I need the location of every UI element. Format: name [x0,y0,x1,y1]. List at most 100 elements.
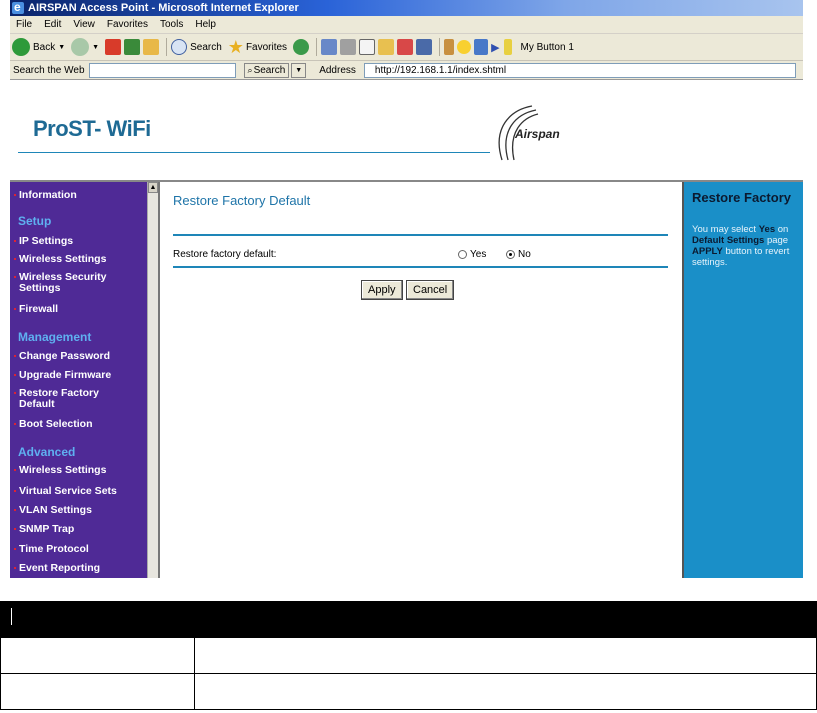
print-icon[interactable] [340,39,357,55]
chevron-down-icon: ▼ [58,43,66,51]
smiley-icon[interactable] [457,40,472,54]
favorites-label: Favorites [245,41,288,53]
header-rule [18,152,490,153]
menu-view[interactable]: View [67,19,101,30]
folder-icon[interactable] [378,39,395,55]
title-bar: AIRSPAN Access Point - Microsoft Interne… [10,0,803,16]
sidebar-item-firewall[interactable]: Firewall [13,304,58,315]
help-text-bold: Default Settings [692,235,765,246]
table-header-row [0,601,817,638]
search-icon: ⌕ [247,64,253,75]
table-header-cell [0,601,195,638]
menu-favorites[interactable]: Favorites [101,19,154,30]
sidebar-item-advanced-wireless-settings[interactable]: Wireless Settings [13,465,106,476]
radio-yes[interactable]: Yes [458,249,486,260]
radio-yes-circle[interactable] [458,250,467,259]
my-button[interactable]: My Button 1 [521,42,574,53]
sidebar-item-restore-factory-default[interactable]: Restore Factory Default [14,388,119,410]
forward-arrow-icon [71,38,90,56]
search-web-input[interactable] [88,62,236,78]
sidebar-item-information[interactable]: Information [14,190,77,201]
stop-icon[interactable] [105,39,122,55]
help-text-bold: APPLY [692,246,723,257]
messenger-icon[interactable] [397,39,414,55]
help-text-part: You may select [692,224,759,235]
menu-bar: File Edit View Favorites Tools Help [10,16,803,34]
table-cell [194,673,817,710]
divider [173,234,668,236]
search-icon [171,39,188,55]
help-text-bold: Yes [758,224,776,235]
cancel-button[interactable]: Cancel [406,280,455,300]
sidebar-item-change-password[interactable]: Change Password [13,351,110,362]
sidebar-item-wireless-security-settings[interactable]: Wireless Security Settings [14,272,134,294]
scroll-up-icon[interactable]: ▲ [148,182,158,193]
favorites-button[interactable]: ★ Favorites [228,37,287,58]
toolbar-separator [316,38,318,56]
sidebar: Information Setup IP Settings Wireless S… [10,182,147,578]
help-text-part: settings. [692,257,728,268]
help-text-part: page [764,235,789,246]
sidebar-item-ip-settings[interactable]: IP Settings [13,236,73,247]
restore-label: Restore factory default: [173,249,277,260]
search-label: Search [190,41,222,53]
play-icon[interactable]: ▶ [491,41,499,54]
forward-button[interactable]: ▼ [71,38,99,56]
monitor-icon[interactable] [474,39,489,55]
menu-file[interactable]: File [10,19,38,30]
help-text-part: on [775,224,789,235]
radio-no[interactable]: No [506,249,531,260]
document-table [0,601,817,710]
radio-yes-label: Yes [470,249,487,260]
sidebar-item-event-reporting[interactable]: Event Reporting [13,563,100,574]
radio-no-label: No [518,249,531,260]
divider [173,266,668,268]
sidebar-item-virtual-service-sets[interactable]: Virtual Service Sets [14,486,117,497]
bookmark-icon[interactable] [503,39,512,55]
sidebar-section-setup: Setup [18,214,52,228]
sidebar-item-time-protocol[interactable]: Time Protocol [14,544,89,555]
help-text-part: button to revert [722,246,790,257]
mail-icon[interactable] [321,39,338,55]
window-title: AIRSPAN Access Point - Microsoft Interne… [28,2,299,14]
edit-icon[interactable] [359,39,376,55]
chevron-down-icon: ▼ [92,43,100,51]
search-web-label: Search the Web [13,64,85,76]
apply-button[interactable]: Apply [361,280,403,300]
back-label: Back [33,41,56,53]
menu-help[interactable]: Help [189,19,222,30]
sidebar-section-advanced: Advanced [18,445,76,459]
sidebar-item-boot-selection[interactable]: Boot Selection [14,419,93,430]
home-icon[interactable] [143,39,160,55]
back-button[interactable]: Back ▼ [12,38,65,56]
table-row [0,673,817,710]
tool-icon[interactable] [444,39,455,55]
menu-edit[interactable]: Edit [38,19,67,30]
sidebar-scrollbar[interactable]: ▲ [147,182,158,578]
table-cell [194,637,817,674]
search-dropdown-icon[interactable]: ▼ [291,62,307,78]
sidebar-item-wireless-settings[interactable]: Wireless Settings [13,254,106,265]
address-url: http://192.168.1.1/index.shtml [374,64,507,76]
sidebar-item-vlan-settings[interactable]: VLAN Settings [14,505,92,516]
address-bar: Search the Web ⌕ Search ▼ Address http:/… [10,61,803,80]
sidebar-item-upgrade-firmware[interactable]: Upgrade Firmware [13,370,111,381]
sidebar-item-snmp-trap[interactable]: SNMP Trap [13,524,74,535]
address-input[interactable]: http://192.168.1.1/index.shtml [363,62,796,78]
brand-logo: Airspan [515,127,560,141]
table-header-cell [194,601,817,638]
toolbar: Back ▼ ▼ Search ★ Favorites ▶ My Button … [10,34,803,61]
menu-tools[interactable]: Tools [154,19,189,30]
table-cell [0,637,195,674]
product-logo: ProST- WiFi [33,116,151,141]
history-icon[interactable] [293,39,310,55]
toolbar-separator [166,38,168,56]
table-cell [0,673,195,710]
refresh-icon[interactable] [124,39,141,55]
search-web-button[interactable]: ⌕ Search [243,62,290,78]
text-cursor [11,608,12,625]
search-button[interactable]: Search [171,39,222,55]
sidebar-section-management: Management [18,330,92,344]
radio-no-circle[interactable] [506,250,515,259]
research-icon[interactable] [416,39,433,55]
